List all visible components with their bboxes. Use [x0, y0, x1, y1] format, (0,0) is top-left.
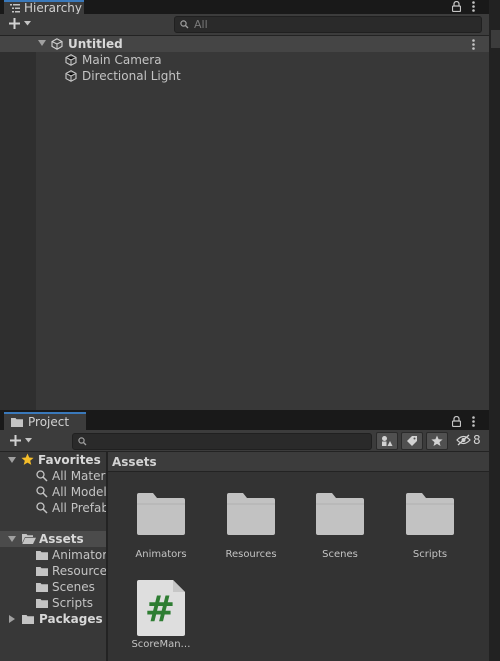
more-options-icon[interactable]	[472, 416, 475, 427]
right-panel-tab[interactable]	[491, 30, 500, 48]
create-dropdown-button[interactable]	[9, 18, 31, 29]
favorites-star-icon	[21, 453, 34, 466]
hidden-packages-count: 8	[473, 433, 481, 447]
assets-folder-label: Assets	[39, 532, 84, 546]
expand-triangle-icon[interactable]	[8, 457, 16, 464]
hierarchy-item-label: Directional Light	[82, 69, 181, 83]
hierarchy-search-placeholder: All	[194, 18, 208, 31]
asset-folder-item[interactable]: Resource	[0, 563, 106, 579]
packages-folder-label: Packages	[39, 612, 103, 626]
hierarchy-search-input[interactable]: All	[174, 16, 482, 33]
lock-icon[interactable]	[452, 1, 461, 12]
hierarchy-tab[interactable]: Hierarchy	[4, 0, 84, 15]
asset-folder-item-label: Scripts	[52, 596, 94, 610]
project-folder-tree: Favorites All Materi All Model All Prefa…	[0, 452, 106, 661]
asset-tile-label: Scenes	[322, 549, 358, 560]
chevron-down-icon	[25, 438, 32, 443]
search-by-type-button[interactable]	[376, 432, 398, 450]
gameobject-cube-icon	[65, 70, 77, 82]
asset-folder-item[interactable]: Scenes	[0, 579, 106, 595]
asset-tile[interactable]: Scenes	[295, 493, 385, 560]
hierarchy-tab-title: Hierarchy	[24, 1, 83, 15]
lock-icon[interactable]	[452, 416, 461, 427]
favorite-item-label: All Model	[52, 485, 106, 499]
favorite-item[interactable]: All Prefab	[0, 500, 106, 516]
asset-folder-item-label: Resource	[52, 564, 106, 578]
asset-tile[interactable]: Scripts	[385, 493, 475, 560]
asset-tile[interactable]: Resources	[206, 493, 296, 560]
open-folder-icon	[22, 533, 36, 544]
favorite-item-label: All Prefab	[52, 501, 106, 515]
packages-folder-row[interactable]: Packages	[0, 611, 106, 627]
scene-row[interactable]: Untitled	[0, 36, 489, 52]
hierarchy-item[interactable]: Directional Light	[0, 68, 489, 84]
create-asset-dropdown-button[interactable]	[10, 435, 32, 446]
hierarchy-item[interactable]: Main Camera	[0, 52, 489, 68]
favorite-search-button[interactable]	[426, 432, 448, 450]
scene-menu-icon[interactable]	[472, 39, 475, 50]
folder-icon	[22, 614, 34, 624]
asset-tile[interactable]: Animators	[116, 493, 206, 560]
plus-icon	[9, 18, 20, 29]
search-by-label-button[interactable]	[401, 432, 423, 450]
scene-name: Untitled	[68, 37, 123, 51]
expand-triangle-icon[interactable]	[8, 536, 16, 543]
type-filter-icon	[381, 435, 393, 447]
folder-icon	[206, 493, 296, 535]
asset-folder-item-label: Scenes	[52, 580, 95, 594]
folder-icon	[385, 493, 475, 535]
favorites-label: Favorites	[38, 453, 101, 467]
folder-icon	[116, 493, 206, 535]
svg-text:#: #	[145, 589, 175, 630]
asset-tile-label: ScoreMan…	[131, 639, 191, 650]
favorite-item-label: All Materi	[52, 469, 106, 483]
folder-icon	[36, 598, 48, 608]
chevron-down-icon	[24, 21, 31, 26]
breadcrumb: Assets	[108, 452, 489, 472]
folder-icon	[36, 582, 48, 592]
asset-tile-label: Resources	[225, 549, 277, 560]
assets-folder-row[interactable]: Assets	[0, 531, 106, 547]
hidden-packages-toggle[interactable]: 8	[456, 433, 481, 447]
eye-hidden-icon	[456, 434, 471, 446]
search-icon	[36, 502, 48, 514]
tag-icon	[406, 435, 418, 447]
asset-folder-item[interactable]: Scripts	[0, 595, 106, 611]
folder-icon	[11, 417, 23, 427]
breadcrumb-assets[interactable]: Assets	[112, 455, 157, 469]
asset-tile[interactable]: # ScoreMan…	[116, 580, 206, 650]
more-options-icon[interactable]	[472, 1, 475, 12]
gameobject-cube-icon	[65, 54, 77, 66]
hierarchy-item-label: Main Camera	[82, 53, 162, 67]
search-icon	[36, 486, 48, 498]
csharp-script-icon: #	[116, 580, 206, 636]
hierarchy-list-icon	[10, 3, 20, 13]
star-icon	[431, 435, 443, 447]
plus-icon	[10, 435, 21, 446]
asset-folder-item-label: Animators	[52, 548, 106, 562]
folder-icon	[36, 550, 48, 560]
expand-triangle-icon[interactable]	[9, 615, 16, 623]
search-icon	[180, 20, 190, 29]
search-icon	[78, 437, 88, 446]
hierarchy-tree	[0, 36, 489, 410]
expand-triangle-icon[interactable]	[38, 40, 46, 47]
asset-tile-label: Animators	[135, 549, 187, 560]
favorite-item[interactable]: All Materi	[0, 468, 106, 484]
folder-icon	[295, 493, 385, 535]
hierarchy-gutter	[0, 36, 36, 410]
folder-icon	[36, 566, 48, 576]
asset-tile-label: Scripts	[412, 549, 448, 560]
favorites-row[interactable]: Favorites	[0, 452, 106, 468]
asset-folder-item[interactable]: Animators	[0, 547, 106, 563]
project-tab-title: Project	[28, 415, 70, 429]
project-search-input[interactable]	[72, 433, 372, 450]
favorite-item[interactable]: All Model	[0, 484, 106, 500]
unity-scene-icon	[51, 38, 63, 50]
project-tab[interactable]: Project	[4, 412, 86, 430]
search-icon	[36, 470, 48, 482]
right-panel-edge	[489, 0, 500, 661]
